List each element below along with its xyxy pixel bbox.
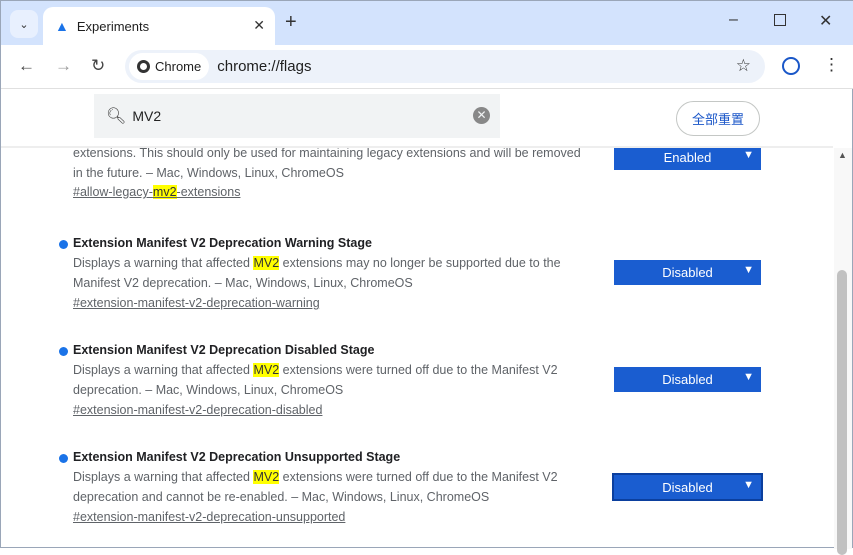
clear-search-icon[interactable]: ✕ bbox=[473, 107, 490, 124]
address-bar[interactable]: Chrome chrome://flags ☆ bbox=[125, 50, 765, 83]
menu-icon[interactable]: ⋮ bbox=[823, 55, 840, 75]
flag-description: Displays a warning that affected MV2 ext… bbox=[73, 256, 561, 290]
link-part: -extensions bbox=[176, 185, 241, 199]
chevron-down-icon: ▼ bbox=[743, 149, 754, 161]
flask-icon: ▲ bbox=[55, 18, 69, 34]
flag-state-select[interactable]: Disabled ▼ bbox=[612, 473, 763, 501]
forward-icon[interactable]: → bbox=[55, 56, 72, 76]
tab-strip: ⌄ ▲ Experiments ✕ + – ✕ bbox=[1, 1, 853, 45]
flag-state-select[interactable]: Disabled ▼ bbox=[614, 260, 761, 285]
flag-description: extensions. This should only be used for… bbox=[73, 148, 581, 180]
new-tab-button[interactable]: + bbox=[285, 11, 297, 34]
select-value: Disabled bbox=[662, 265, 713, 280]
flag-description: Displays a warning that affected MV2 ext… bbox=[73, 470, 558, 504]
search-input[interactable]: MV2 bbox=[132, 108, 161, 124]
flag-link[interactable]: #extension-manifest-v2-deprecation-disab… bbox=[73, 403, 322, 417]
tab-search-button[interactable]: ⌄ bbox=[10, 10, 38, 38]
search-highlight: MV2 bbox=[253, 470, 280, 484]
flag-title: Extension Manifest V2 Deprecation Unsupp… bbox=[73, 450, 401, 464]
modified-dot-icon bbox=[59, 240, 68, 249]
bookmark-star-icon[interactable]: ☆ bbox=[736, 56, 751, 76]
link-part: #allow-legacy- bbox=[73, 185, 153, 199]
flag-title: Extension Manifest V2 Deprecation Disabl… bbox=[73, 343, 375, 357]
search-highlight: MV2 bbox=[253, 363, 280, 377]
select-value: Disabled bbox=[662, 479, 713, 495]
modified-dot-icon bbox=[59, 347, 68, 356]
flag-description: Displays a warning that affected MV2 ext… bbox=[73, 363, 558, 397]
url-text[interactable]: chrome://flags bbox=[217, 58, 311, 75]
window-close-button[interactable]: ✕ bbox=[819, 11, 832, 31]
select-value: Enabled bbox=[663, 150, 712, 165]
search-highlight: MV2 bbox=[253, 256, 280, 270]
select-value: Disabled bbox=[662, 372, 713, 387]
flag-state-select[interactable]: Enabled ▼ bbox=[614, 148, 761, 170]
scrollbar-thumb[interactable] bbox=[837, 270, 847, 555]
reset-all-button[interactable]: 全部重置 bbox=[676, 101, 760, 136]
flags-search-box[interactable]: 🔍︎ MV2 ✕ bbox=[94, 94, 500, 138]
site-info-chip[interactable]: Chrome bbox=[129, 53, 210, 80]
scroll-up-arrow-icon[interactable]: ▲ bbox=[838, 150, 847, 160]
tab-title: Experiments bbox=[76, 18, 150, 34]
flag-link[interactable]: #allow-legacy-mv2-extensions bbox=[73, 185, 240, 199]
chevron-down-icon: ▼ bbox=[743, 264, 754, 276]
reload-icon[interactable]: ↻ bbox=[91, 56, 105, 76]
chip-label: Chrome bbox=[155, 59, 202, 74]
profile-icon[interactable] bbox=[782, 57, 800, 75]
chrome-logo-icon bbox=[137, 60, 150, 73]
toolbar: ← → ↻ Chrome chrome://flags ☆ ⋮ bbox=[1, 45, 853, 89]
tab-experiments[interactable]: ▲ Experiments ✕ bbox=[43, 7, 275, 45]
flag-link[interactable]: #extension-manifest-v2-deprecation-warni… bbox=[73, 296, 320, 310]
chevron-down-icon: ▼ bbox=[743, 479, 754, 491]
flag-link[interactable]: #extension-manifest-v2-deprecation-unsup… bbox=[73, 510, 345, 524]
search-highlight: mv2 bbox=[152, 185, 177, 199]
chevron-down-icon: ▼ bbox=[743, 371, 754, 383]
search-icon: 🔍︎ bbox=[106, 108, 127, 125]
flag-state-select[interactable]: Disabled ▼ bbox=[614, 367, 761, 392]
minimize-button[interactable]: – bbox=[729, 11, 738, 29]
maximize-button[interactable] bbox=[774, 14, 786, 26]
scrollbar[interactable]: ▲ bbox=[834, 148, 852, 555]
close-tab-icon[interactable]: ✕ bbox=[253, 17, 265, 34]
back-icon[interactable]: ← bbox=[18, 56, 35, 76]
modified-dot-icon bbox=[59, 454, 68, 463]
flags-list: extensions. This should only be used for… bbox=[1, 148, 833, 549]
flag-title: Extension Manifest V2 Deprecation Warnin… bbox=[73, 236, 372, 250]
